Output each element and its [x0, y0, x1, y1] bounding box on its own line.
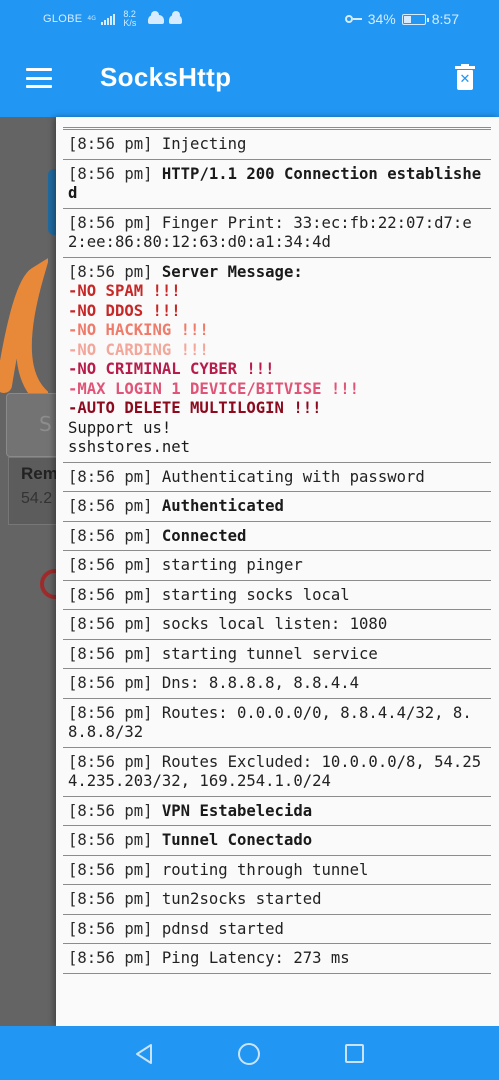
log-timestamp: [8:56 pm]: [68, 890, 153, 908]
background-remote-value: 54.2: [21, 490, 53, 507]
log-timestamp: [8:56 pm]: [68, 919, 153, 938]
log-timestamp: [8:56 pm]: [68, 467, 153, 486]
log-timestamp: [8:56 pm]: [68, 497, 153, 515]
log-entry: [8:56 pm] Authenticating with password: [63, 461, 491, 492]
background-remote-label: Rem: [21, 464, 56, 483]
network-speed: 8.2 K/s: [123, 10, 143, 28]
server-message-line: -AUTO DELETE MULTILOGIN !!!: [68, 399, 322, 417]
server-message-footer-line[interactable]: sshstores.net: [68, 438, 485, 458]
log-message: Authenticating with password: [161, 467, 425, 486]
log-entry: [8:56 pm] starting pinger: [63, 550, 491, 580]
log-message: pdnsd started: [161, 919, 284, 938]
vpn-key-icon: [344, 15, 362, 23]
cloud-icon: [148, 10, 165, 24]
app-title: SocksHttp: [100, 62, 232, 92]
log-entry: [8:56 pm] Ping Latency: 273 ms: [63, 943, 491, 974]
log-timestamp: [8:56 pm]: [68, 831, 153, 849]
background-search-field: S: [6, 393, 56, 457]
log-timestamp: [8:56 pm]: [68, 135, 153, 153]
clock: 8:57: [431, 11, 459, 27]
trash-clear-icon[interactable]: ✕: [455, 64, 475, 92]
log-entry: [8:56 pm] starting tunnel service: [63, 638, 491, 669]
cloud-icon: [169, 10, 183, 24]
log-timestamp: [8:56 pm]: [68, 585, 153, 604]
signal-strength-icon: [101, 13, 116, 25]
log-timestamp: [8:56 pm]: [68, 674, 153, 692]
hamburger-menu-icon[interactable]: [26, 68, 52, 88]
background-remote-card: Rem 54.2: [8, 457, 56, 525]
log-timestamp: [8:56 pm]: [68, 213, 153, 232]
server-message-line: -NO DDOS !!!: [68, 301, 181, 320]
network-type: 4G: [87, 15, 96, 22]
server-message-line: -NO SPAM !!!: [68, 282, 181, 300]
log-timestamp: [8:56 pm]: [68, 703, 153, 722]
log-timestamp: [8:56 pm]: [68, 801, 153, 820]
log-message: socks local listen: 1080: [161, 615, 388, 633]
log-message: Ping Latency: 273 ms: [161, 949, 350, 967]
server-message-line: -MAX LOGIN 1 DEVICE/BITVISE !!!: [68, 379, 360, 398]
log-entry: [8:56 pm] Routes Excluded: 10.0.0.0/8, 5…: [63, 746, 491, 796]
network-speed-unit: K/s: [123, 18, 137, 28]
log-entry: [8:56 pm] pdnsd started: [63, 913, 491, 944]
log-message: Tunnel Conectado: [161, 831, 313, 849]
log-drawer[interactable]: [8:56 pm] Injecting [8:56 pm] HTTP/1.1 20…: [56, 117, 499, 1026]
log-entry: [8:56 pm] starting socks local: [63, 579, 491, 610]
log-timestamp: [8:56 pm]: [68, 556, 153, 574]
log-message: Authenticated: [161, 497, 284, 515]
server-message-line: -NO HACKING !!!: [68, 321, 209, 339]
log-timestamp: [8:56 pm]: [68, 644, 153, 663]
battery-percent: 34%: [367, 11, 396, 27]
status-bar: GLOBE 4G 8.2 K/s 34% 8:57: [0, 0, 499, 40]
log-timestamp: [8:56 pm]: [68, 526, 153, 545]
home-circle-icon[interactable]: [238, 1043, 260, 1065]
log-message: starting socks local: [161, 585, 350, 604]
log-entry: [8:56 pm] Server Message: -NO SPAM !!! -NO…: [63, 256, 491, 462]
log-message: starting tunnel service: [161, 644, 378, 663]
battery-icon: [401, 13, 429, 25]
log-entry: [8:56 pm] HTTP/1.1 200 Connection establ…: [63, 158, 491, 208]
log-message: tun2socks started: [161, 890, 322, 908]
log-entry: [8:56 pm] Authenticated: [63, 491, 491, 521]
log-timestamp: [8:56 pm]: [68, 615, 153, 633]
log-entry: [8:56 pm] Finger Print: 33:ec:fb:22:07:d…: [63, 207, 491, 257]
log-list[interactable]: [8:56 pm] Injecting [8:56 pm] HTTP/1.1 20…: [63, 127, 491, 974]
log-message: Connected: [161, 526, 247, 545]
server-message-footer-line: Support us!: [68, 418, 172, 437]
log-message: Server Message:: [161, 262, 303, 281]
log-entry: [8:56 pm] routing through tunnel: [63, 854, 491, 885]
log-message: Injecting: [161, 135, 247, 153]
log-timestamp: [8:56 pm]: [68, 164, 153, 183]
status-left-group: GLOBE 4G 8.2 K/s: [43, 10, 183, 28]
log-timestamp: [8:56 pm]: [68, 949, 153, 967]
log-entry: [8:56 pm] VPN Estabelecida: [63, 795, 491, 826]
log-message: routing through tunnel: [161, 860, 369, 879]
log-message: Dns: 8.8.8.8, 8.8.4.4: [161, 674, 360, 692]
log-timestamp: [8:56 pm]: [68, 752, 153, 771]
app-bar: SocksHttp ✕: [0, 40, 499, 117]
back-triangle-icon[interactable]: [134, 1043, 154, 1065]
server-message-line: -NO CRIMINAL CYBER !!!: [68, 360, 275, 378]
log-entry: [8:56 pm] Routes: 0.0.0.0/0, 8.8.4.4/32,…: [63, 697, 491, 747]
log-entry: [8:56 pm] Tunnel Conectado: [63, 825, 491, 855]
log-entry: [8:56 pm] socks local listen: 1080: [63, 609, 491, 639]
log-entry: [8:56 pm] Dns: 8.8.8.8, 8.8.4.4: [63, 668, 491, 698]
background-search-glyph: S: [39, 412, 52, 436]
log-entry: [8:56 pm] Connected: [63, 520, 491, 551]
log-timestamp: [8:56 pm]: [68, 860, 153, 879]
log-entry: [8:56 pm] tun2socks started: [63, 884, 491, 914]
server-message-line: -NO CARDING !!!: [68, 340, 209, 359]
carrier-name: GLOBE: [43, 13, 83, 25]
background-card: [48, 169, 56, 235]
status-right-group: 34% 8:57: [344, 11, 459, 27]
log-timestamp: [8:56 pm]: [68, 262, 153, 281]
log-message: starting pinger: [161, 556, 303, 574]
background-main-content: S Rem 54.2: [0, 117, 56, 1026]
log-message: VPN Estabelecida: [161, 801, 313, 820]
background-logo: [40, 569, 56, 599]
navigation-bar: [0, 1026, 499, 1080]
recents-square-icon[interactable]: [345, 1044, 364, 1063]
log-entry: [8:56 pm] Injecting: [63, 129, 491, 159]
